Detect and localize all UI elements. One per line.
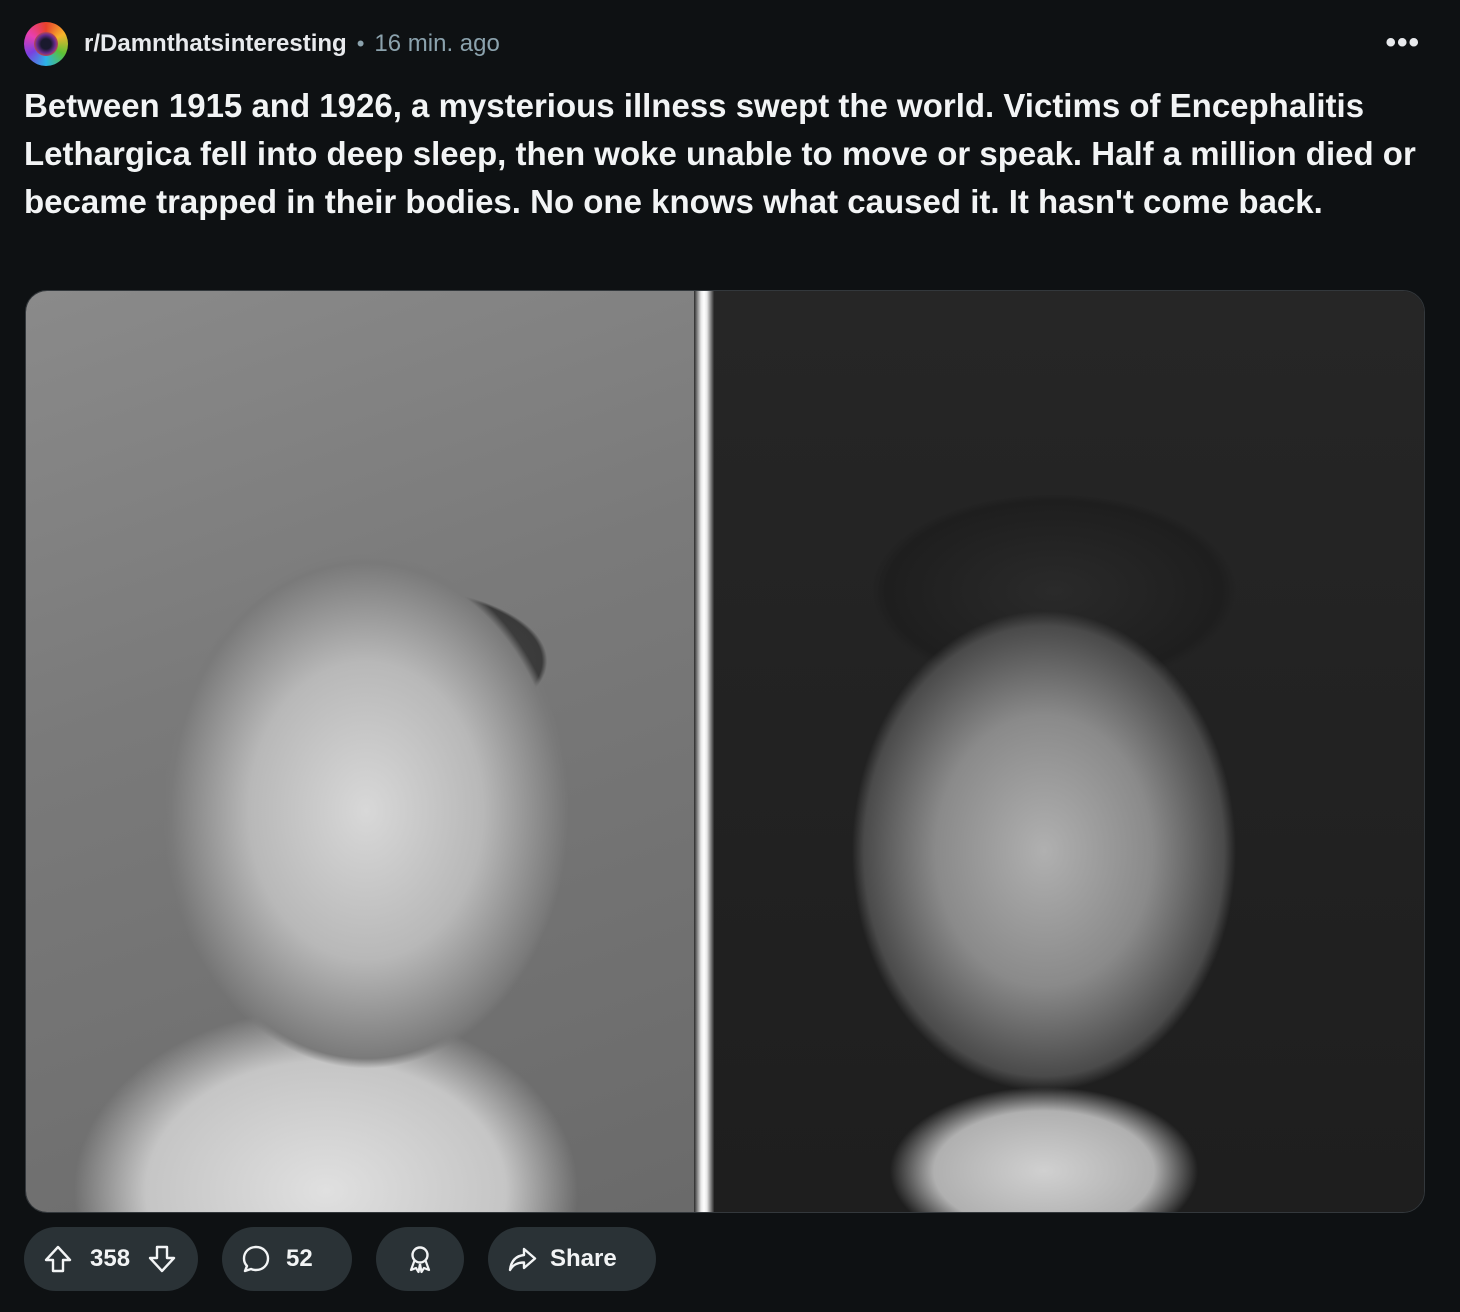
downvote-icon[interactable]	[146, 1243, 178, 1275]
meta-separator: •	[356, 31, 365, 56]
action-bar: 358 52 Share	[24, 1227, 656, 1291]
upvote-icon[interactable]	[42, 1243, 74, 1275]
share-button[interactable]: Share	[488, 1227, 656, 1291]
vote-control: 358	[24, 1227, 198, 1291]
post-time: 16 min. ago	[374, 30, 500, 57]
share-label: Share	[550, 1245, 617, 1272]
comments-button[interactable]: 52	[222, 1227, 352, 1291]
left-photo	[26, 291, 694, 1212]
post-card: r/Damnthatsinteresting • 16 min. ago •••…	[0, 0, 1460, 1312]
comment-count: 52	[286, 1245, 313, 1272]
vote-count: 358	[90, 1245, 131, 1272]
share-icon	[506, 1243, 538, 1275]
award-icon	[404, 1243, 436, 1275]
subreddit-avatar[interactable]	[24, 22, 68, 66]
subreddit-name[interactable]: r/Damnthatsinteresting	[84, 30, 347, 58]
photo-divider	[694, 291, 714, 1212]
more-options-icon[interactable]: •••	[1385, 28, 1420, 58]
post-image[interactable]	[25, 290, 1425, 1213]
post-title[interactable]: Between 1915 and 1926, a mysterious illn…	[24, 82, 1434, 226]
comment-icon	[240, 1243, 272, 1275]
post-header: r/Damnthatsinteresting • 16 min. ago •••	[24, 22, 1436, 66]
right-photo	[714, 291, 1424, 1212]
award-button[interactable]	[376, 1227, 464, 1291]
